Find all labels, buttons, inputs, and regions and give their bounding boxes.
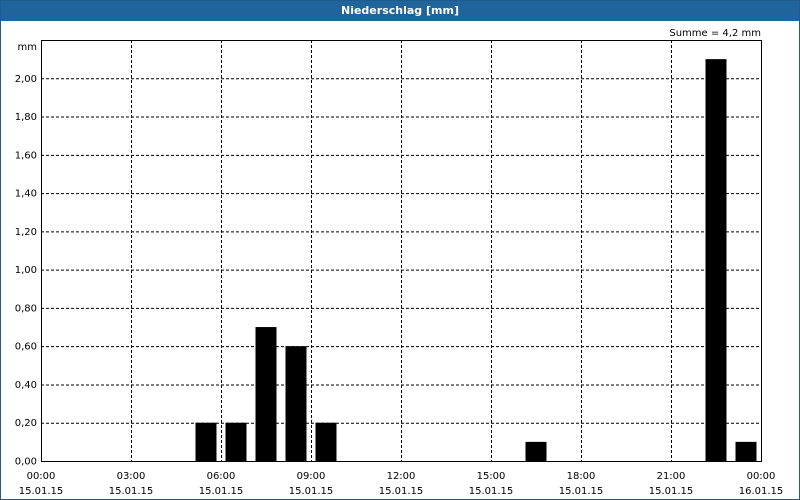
precipitation-bar — [705, 59, 727, 462]
precipitation-bar — [315, 422, 337, 461]
x-tick-time: 12:00 — [387, 471, 416, 482]
y-tick-label: 0,80 — [15, 303, 37, 314]
y-axis-unit-label: mm — [18, 42, 37, 53]
y-tick-label: 1,00 — [15, 265, 37, 276]
x-tick-time: 00:00 — [27, 471, 56, 482]
x-tick-date: 15.01.15 — [379, 486, 424, 497]
precipitation-chart: 0,00 0,20 0,40 0,60 0,80 1,00 1,20 1,40 1,60 1,80… — [15, 28, 784, 497]
precipitation-bar — [735, 441, 757, 461]
precipitation-bar — [285, 346, 307, 461]
y-tick-label: 0,20 — [15, 418, 37, 429]
x-axis-ticks: 00:00 15.01.15 03:00 15.01.15 06:00 15.01.15 0… — [19, 471, 784, 497]
x-tick-date: 15.01.15 — [289, 486, 334, 497]
sum-annotation: Summe = 4,2 mm — [669, 28, 761, 39]
x-tick-date: 15.01.15 — [649, 486, 694, 497]
precipitation-bar — [225, 422, 247, 461]
x-tick-date: 15.01.15 — [559, 486, 604, 497]
x-tick-time: 15:00 — [477, 471, 506, 482]
precipitation-bar — [525, 441, 547, 461]
x-tick-date: 15.01.15 — [109, 486, 154, 497]
x-tick-time: 00:00 — [747, 471, 776, 482]
x-tick-date: 15.01.15 — [19, 486, 64, 497]
x-tick-date: 16.01.15 — [739, 486, 784, 497]
y-tick-label: 1,80 — [15, 112, 37, 123]
y-tick-label: 0,60 — [15, 342, 37, 353]
x-tick-time: 09:00 — [297, 471, 326, 482]
x-tick-time: 21:00 — [657, 471, 686, 482]
y-tick-label: 2,00 — [15, 74, 37, 85]
y-tick-label: 0,00 — [15, 457, 37, 468]
y-tick-label: 0,40 — [15, 380, 37, 391]
y-tick-label: 1,40 — [15, 189, 37, 200]
x-tick-date: 15.01.15 — [469, 486, 514, 497]
precipitation-bar — [195, 422, 217, 461]
x-tick-time: 03:00 — [117, 471, 146, 482]
y-axis-ticks: 0,00 0,20 0,40 0,60 0,80 1,00 1,20 1,40 1,60 1,80… — [15, 74, 37, 468]
x-tick-date: 15.01.15 — [199, 486, 244, 497]
bars — [195, 59, 757, 462]
y-tick-label: 1,20 — [15, 227, 37, 238]
x-tick-time: 06:00 — [207, 471, 236, 482]
precipitation-bar — [255, 327, 277, 461]
x-tick-time: 18:00 — [567, 471, 596, 482]
grid-lines — [41, 40, 761, 461]
y-tick-label: 1,60 — [15, 150, 37, 161]
